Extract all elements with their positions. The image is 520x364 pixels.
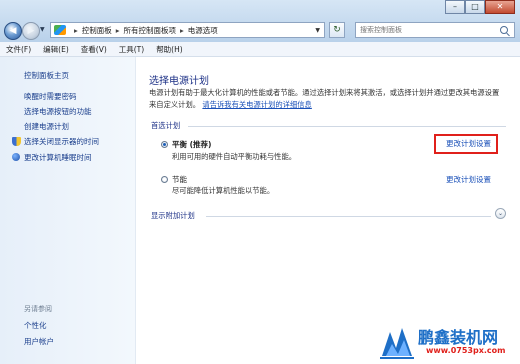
- site-watermark: 鹏鑫装机网 www.0753px.com: [378, 322, 520, 364]
- menu-help[interactable]: 帮助(H): [150, 44, 189, 55]
- breadcrumb-power-options[interactable]: 电源选项: [188, 25, 218, 36]
- breadcrumb-separator-icon[interactable]: ▸: [180, 26, 184, 35]
- power-saver-plan-radio[interactable]: [161, 176, 168, 183]
- back-button[interactable]: ◀: [4, 22, 22, 40]
- sidebar-item-user-accounts[interactable]: 用户帐户: [24, 336, 54, 347]
- sidebar-item-power-buttons[interactable]: 选择电源按钮的功能: [24, 106, 92, 117]
- page-title: 选择电源计划: [149, 76, 209, 87]
- refresh-icon: ↻: [333, 25, 341, 35]
- page-description: 电源计划有助于最大化计算机的性能或者节能。通过选择计划来将其激活，或选择计划并通…: [149, 87, 504, 111]
- maximize-button[interactable]: □: [465, 0, 485, 14]
- sidebar-item-personalization[interactable]: 个性化: [24, 320, 47, 331]
- back-arrow-icon: ◀: [9, 26, 17, 36]
- breadcrumb-all-items[interactable]: 所有控制面板项: [124, 25, 177, 36]
- power-plan-help-link[interactable]: 请告诉我有关电源计划的详细信息: [202, 100, 311, 109]
- sidebar-item-create-plan[interactable]: 创建电源计划: [24, 121, 69, 132]
- sidebar-item-display-off-time[interactable]: 选择关闭显示器的时间: [24, 136, 99, 147]
- forward-arrow-icon: ▶: [27, 26, 35, 36]
- menu-file[interactable]: 文件(F): [0, 44, 37, 55]
- menu-tools[interactable]: 工具(T): [113, 44, 150, 55]
- breadcrumb-separator-icon[interactable]: ▸: [116, 26, 120, 35]
- see-also-heading: 另请参阅: [24, 305, 52, 313]
- breadcrumb-separator-icon[interactable]: ▸: [74, 26, 78, 35]
- power-saver-plan-name[interactable]: 节能: [172, 174, 187, 185]
- menu-edit[interactable]: 编辑(E): [37, 44, 75, 55]
- forward-button[interactable]: ▶: [22, 22, 40, 40]
- close-button[interactable]: ✕: [485, 0, 515, 14]
- balanced-plan-description: 利用可用的硬件自动平衡功耗与性能。: [172, 152, 297, 161]
- preferred-plans-heading: 首选计划: [151, 121, 181, 130]
- watermark-logo-icon: [380, 328, 414, 359]
- sidebar: 控制面板主页 唤醒时需要密码 选择电源按钮的功能 创建电源计划 选择关闭显示器的…: [0, 57, 136, 364]
- watermark-url: www.0753px.com: [426, 346, 506, 355]
- search-icon[interactable]: [500, 26, 508, 34]
- search-input[interactable]: [356, 25, 500, 35]
- refresh-button[interactable]: ↻: [329, 22, 345, 38]
- power-saver-change-settings-link[interactable]: 更改计划设置: [446, 174, 491, 185]
- minimize-button[interactable]: –: [445, 0, 465, 14]
- control-panel-window: – □ ✕ ◀ ▶ ▼ ▸ 控制面板 ▸ 所有控制面板项 ▸ 电源选项 ▼ ↻ …: [0, 0, 520, 364]
- breadcrumb-control-panel[interactable]: 控制面板: [82, 25, 112, 36]
- sidebar-item-control-panel-home[interactable]: 控制面板主页: [24, 70, 69, 81]
- sidebar-item-sleep-time[interactable]: 更改计算机睡眠时间: [24, 152, 92, 163]
- sidebar-item-require-password[interactable]: 唤醒时需要密码: [24, 91, 77, 102]
- control-panel-icon: [54, 25, 66, 35]
- balanced-plan-radio[interactable]: [161, 141, 168, 148]
- menu-bar: 文件(F) 编辑(E) 查看(V) 工具(T) 帮助(H): [0, 42, 520, 57]
- address-dropdown-icon[interactable]: ▼: [315, 27, 320, 34]
- show-additional-plans-heading[interactable]: 显示附加计划: [151, 211, 195, 221]
- sleep-moon-icon: [12, 153, 20, 161]
- shield-icon: [12, 137, 21, 146]
- search-box[interactable]: [355, 22, 515, 38]
- recent-pages-chevron-icon[interactable]: ▼: [40, 26, 45, 33]
- section-divider: [188, 126, 506, 127]
- address-field[interactable]: ▸ 控制面板 ▸ 所有控制面板项 ▸ 电源选项 ▼: [50, 22, 325, 38]
- power-saver-plan-description: 尽可能降低计算机性能以节能。: [172, 186, 275, 195]
- main-panel: 选择电源计划 电源计划有助于最大化计算机的性能或者节能。通过选择计划来将其激活，…: [136, 57, 520, 364]
- menu-view[interactable]: 查看(V): [75, 44, 113, 55]
- balanced-plan-name[interactable]: 平衡 (推荐): [172, 139, 211, 150]
- window-controls: – □ ✕: [445, 0, 515, 14]
- address-toolbar: – □ ✕ ◀ ▶ ▼ ▸ 控制面板 ▸ 所有控制面板项 ▸ 电源选项 ▼ ↻: [0, 0, 520, 42]
- watermark-title: 鹏鑫装机网: [418, 328, 499, 347]
- section-divider: [206, 216, 491, 217]
- highlight-annotation: [434, 134, 498, 154]
- expand-chevron-down-icon[interactable]: ⌄: [495, 208, 506, 219]
